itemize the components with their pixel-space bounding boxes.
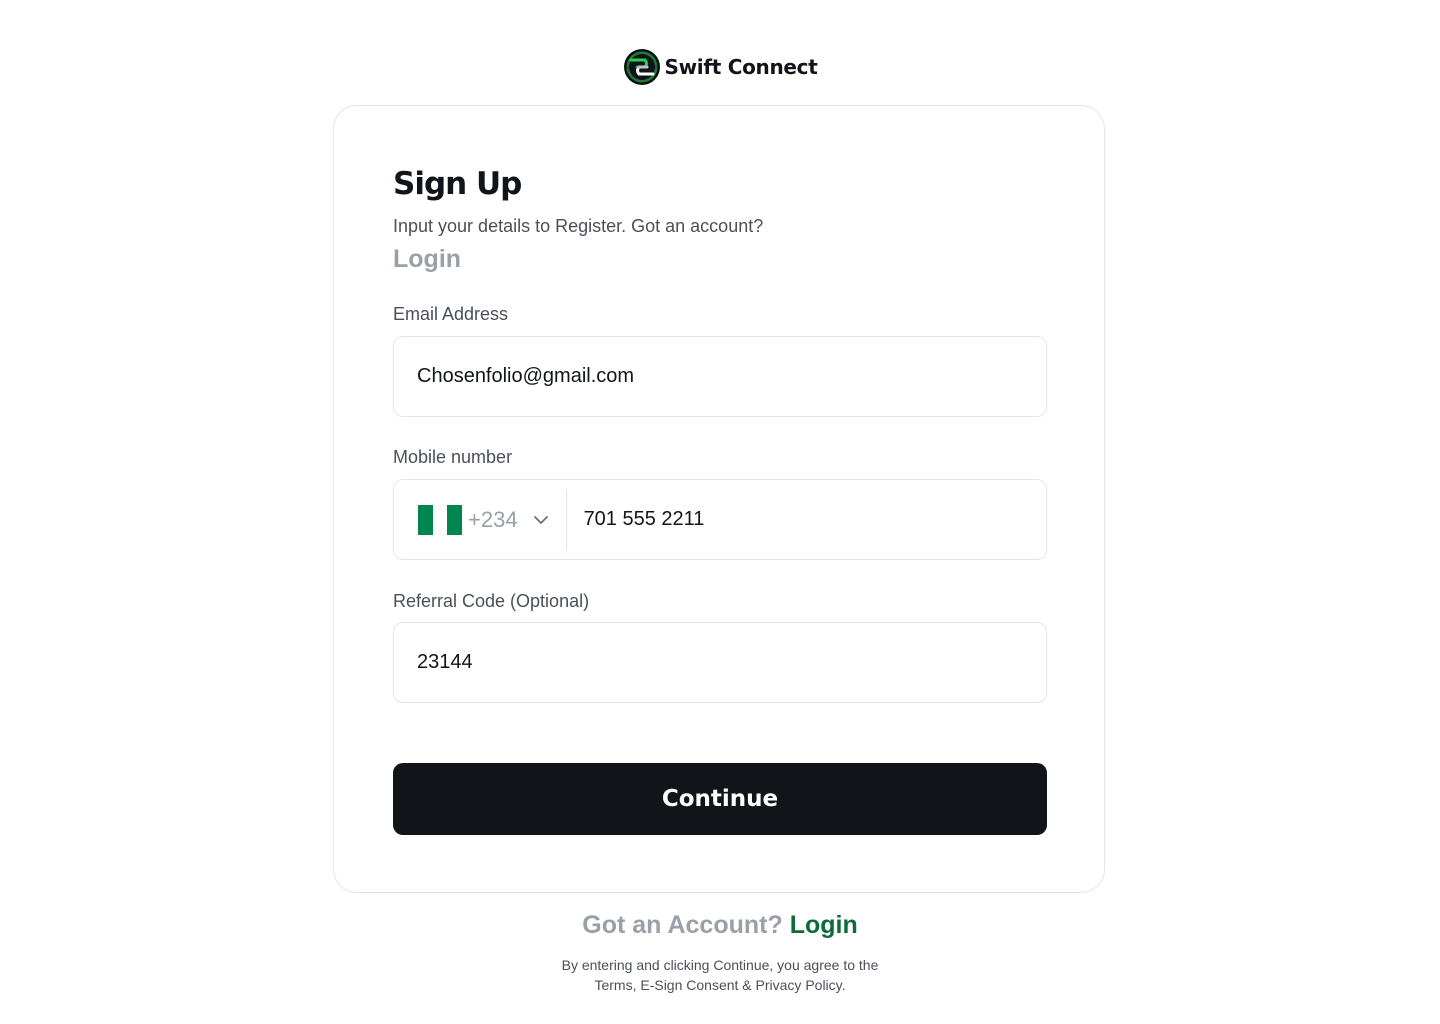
continue-button[interactable]: Continue [393,763,1047,835]
footer-login-link[interactable]: Login [790,911,858,939]
referral-code-field[interactable] [394,651,1046,674]
email-field-container [393,336,1047,417]
referral-label: Referral Code (Optional) [393,591,590,611]
account-question: Got an Account? [582,911,783,939]
dial-code: +234 [468,506,518,532]
nigeria-flag-icon [418,504,463,535]
brand-name: Swift Connect [664,55,818,79]
page-title: Sign Up [393,166,522,202]
signup-page: Swift Connect Sign Up Input your details… [0,0,1440,1024]
mobile-label: Mobile number [393,447,513,467]
country-code-select[interactable]: +234 [394,489,567,550]
footer-account-prompt: Got an Account? Login [0,911,1440,940]
email-field[interactable] [394,365,1046,388]
mobile-field-container: +234 [393,479,1047,560]
chevron-down-icon [533,515,548,524]
referral-field-container [393,622,1047,703]
legal-line-2[interactable]: Terms, E-Sign Consent & Privacy Policy. [0,975,1440,995]
legal-line-1: By entering and clicking Continue, you a… [561,957,879,973]
mobile-number-field[interactable] [566,508,1046,531]
legal-notice: By entering and clicking Continue, you a… [0,955,1440,995]
signup-card: Sign Up Input your details to Register. … [333,105,1105,893]
signup-subtitle: Input your details to Register. Got an a… [393,216,764,236]
swift-connect-logo-icon [623,49,660,85]
brand-header: Swift Connect [0,48,1440,86]
login-link[interactable]: Login [393,245,461,274]
email-label: Email Address [393,304,509,324]
